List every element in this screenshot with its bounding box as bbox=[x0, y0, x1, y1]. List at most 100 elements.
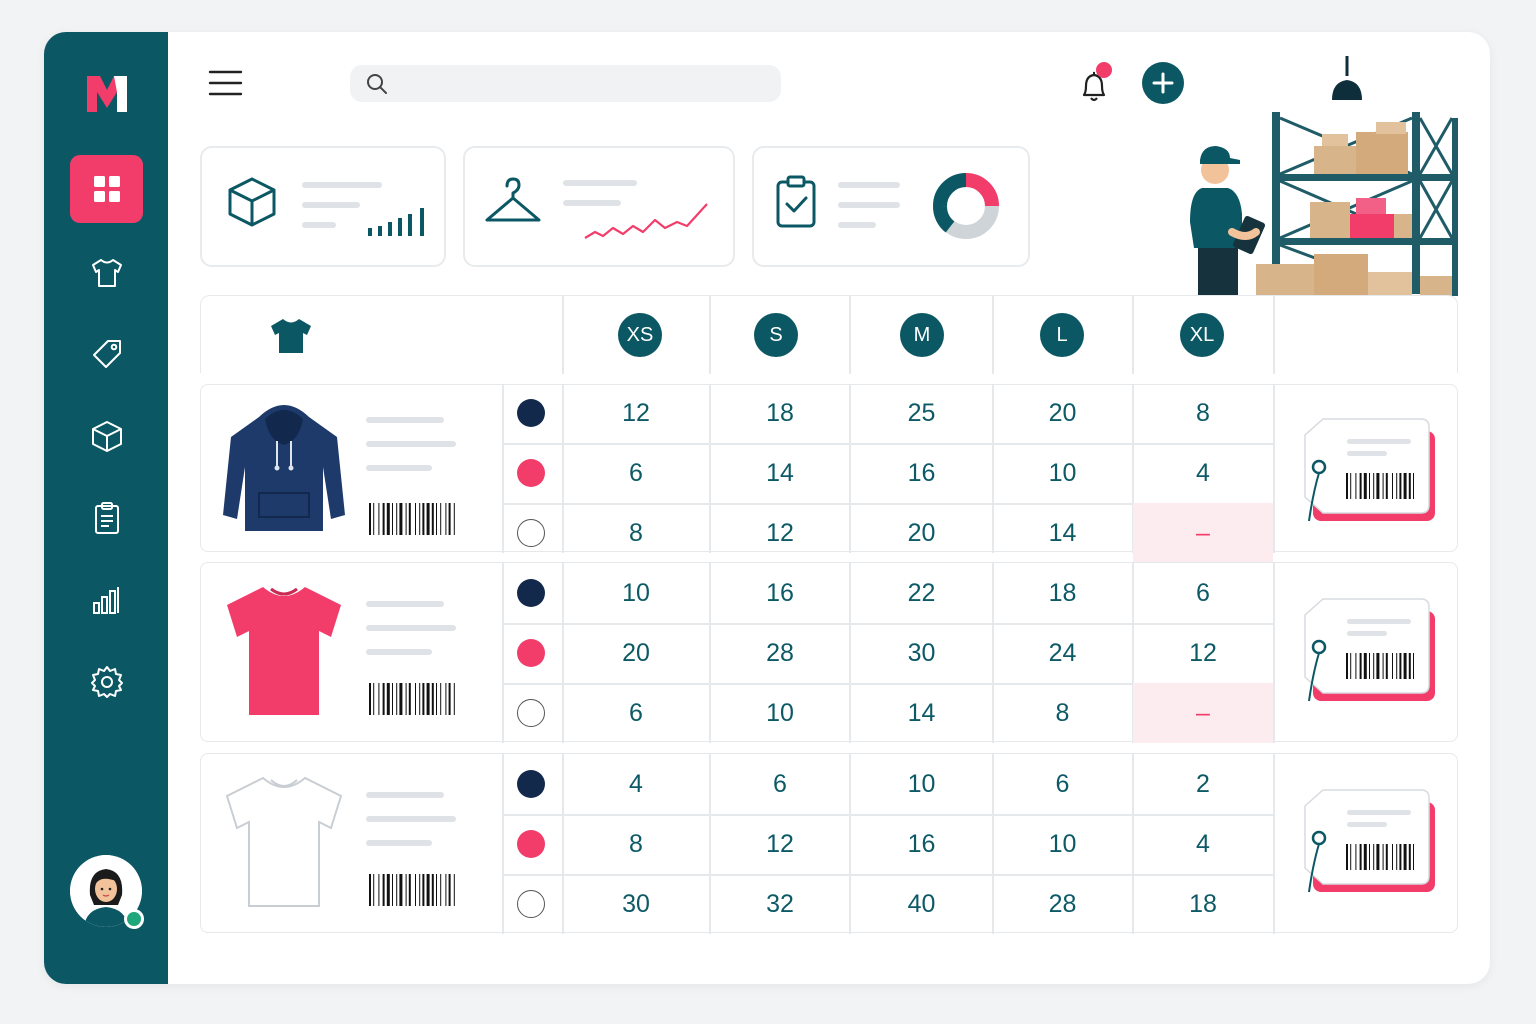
color-swatch-white[interactable] bbox=[517, 699, 545, 727]
stock-cell-m-navy[interactable]: 22 bbox=[851, 563, 992, 623]
placeholder-line bbox=[366, 840, 432, 846]
stock-cell-s-pink[interactable]: 12 bbox=[711, 814, 849, 874]
sidebar-item-orders[interactable] bbox=[70, 484, 143, 552]
price-tag-print-button[interactable] bbox=[1283, 788, 1443, 898]
tshirt-icon bbox=[91, 259, 122, 287]
placeholder-line bbox=[838, 202, 900, 208]
stock-cell-l-navy[interactable]: 6 bbox=[993, 754, 1132, 814]
size-grid-header bbox=[200, 295, 1458, 374]
sidebar-item-settings[interactable] bbox=[70, 648, 143, 716]
stock-cell-xs-white[interactable]: 30 bbox=[563, 874, 709, 934]
stock-cell-xl-white[interactable]: 18 bbox=[1133, 874, 1273, 934]
hamburger-menu-icon[interactable] bbox=[208, 66, 244, 100]
color-swatch-navy[interactable] bbox=[517, 770, 545, 798]
grid-divider bbox=[502, 754, 504, 934]
placeholder-line bbox=[838, 222, 876, 228]
stock-cell-s-white[interactable]: 10 bbox=[711, 683, 849, 743]
sidebar-item-reports[interactable] bbox=[70, 566, 143, 634]
stock-cell-xl-white[interactable]: – bbox=[1133, 503, 1273, 563]
stock-cell-m-navy[interactable]: 25 bbox=[851, 383, 992, 443]
stock-cell-xs-pink[interactable]: 8 bbox=[563, 814, 709, 874]
stock-cell-xl-navy[interactable]: 8 bbox=[1133, 383, 1273, 443]
user-avatar[interactable] bbox=[70, 855, 144, 929]
placeholder-line bbox=[563, 180, 637, 186]
bar-chart-icon bbox=[92, 587, 119, 614]
grid-divider bbox=[1273, 563, 1275, 743]
stock-cell-xs-navy[interactable]: 10 bbox=[563, 563, 709, 623]
app-window: XS S M L XL 12 18 25 20 8 6 14 16 10 4 8 12 20 14– 10 16 22 1… bbox=[44, 32, 1490, 984]
placeholder-line bbox=[366, 816, 456, 822]
stock-cell-m-pink[interactable]: 16 bbox=[851, 814, 992, 874]
color-swatch-pink[interactable] bbox=[517, 459, 545, 487]
clipboard-icon bbox=[94, 502, 119, 534]
stock-cell-m-pink[interactable]: 16 bbox=[851, 443, 992, 503]
stock-cell-xs-pink[interactable]: 6 bbox=[563, 443, 709, 503]
stock-cell-xs-white[interactable]: 6 bbox=[563, 683, 709, 743]
stock-cell-m-pink[interactable]: 30 bbox=[851, 623, 992, 683]
stat-card-inventory[interactable] bbox=[200, 146, 446, 267]
stock-cell-m-white[interactable]: 20 bbox=[851, 503, 992, 563]
sidebar-item-dashboard[interactable] bbox=[70, 155, 143, 223]
color-swatch-white[interactable] bbox=[517, 519, 545, 547]
price-tag-print-button[interactable] bbox=[1283, 417, 1443, 527]
search-icon bbox=[367, 74, 387, 94]
stock-cell-m-white[interactable]: 40 bbox=[851, 874, 992, 934]
stock-cell-xl-navy[interactable]: 6 bbox=[1133, 563, 1273, 623]
stat-card-apparel[interactable] bbox=[463, 146, 735, 267]
stock-cell-s-white[interactable]: 32 bbox=[711, 874, 849, 934]
color-swatch-navy[interactable] bbox=[517, 579, 545, 607]
tshirt-icon bbox=[271, 319, 311, 353]
color-swatch-navy[interactable] bbox=[517, 399, 545, 427]
stock-cell-s-navy[interactable]: 16 bbox=[711, 563, 849, 623]
product-row-hoodie: 12 18 25 20 8 6 14 16 10 4 8 12 20 14– bbox=[200, 383, 1458, 563]
search-input[interactable] bbox=[398, 65, 768, 102]
stock-cell-xl-pink[interactable]: 4 bbox=[1133, 443, 1273, 503]
sidebar-item-apparel[interactable] bbox=[70, 239, 143, 307]
sidebar-item-inventory[interactable] bbox=[70, 402, 143, 470]
color-swatch-pink[interactable] bbox=[517, 639, 545, 667]
stock-cell-s-pink[interactable]: 14 bbox=[711, 443, 849, 503]
hanger-icon bbox=[485, 177, 541, 222]
box-icon bbox=[91, 421, 122, 452]
placeholder-line bbox=[366, 792, 444, 798]
line-sparkline bbox=[584, 203, 708, 239]
stock-cell-l-pink[interactable]: 24 bbox=[993, 623, 1132, 683]
stock-cell-xs-navy[interactable]: 12 bbox=[563, 383, 709, 443]
stock-cell-s-pink[interactable]: 28 bbox=[711, 623, 849, 683]
color-swatch-pink[interactable] bbox=[517, 830, 545, 858]
sidebar-item-tags[interactable] bbox=[70, 320, 143, 388]
stock-cell-l-pink[interactable]: 10 bbox=[993, 814, 1132, 874]
stock-cell-m-navy[interactable]: 10 bbox=[851, 754, 992, 814]
stock-cell-xl-navy[interactable]: 2 bbox=[1133, 754, 1273, 814]
placeholder-line bbox=[366, 441, 456, 447]
stock-cell-s-navy[interactable]: 18 bbox=[711, 383, 849, 443]
color-swatch-white[interactable] bbox=[517, 890, 545, 918]
stock-cell-l-navy[interactable]: 20 bbox=[993, 383, 1132, 443]
search-bar bbox=[350, 65, 781, 102]
stock-cell-xs-navy[interactable]: 4 bbox=[563, 754, 709, 814]
stock-cell-xl-pink[interactable]: 4 bbox=[1133, 814, 1273, 874]
stock-cell-s-navy[interactable]: 6 bbox=[711, 754, 849, 814]
bar-sparkline bbox=[368, 208, 424, 236]
grid-divider bbox=[502, 563, 504, 743]
notification-badge bbox=[1096, 62, 1112, 78]
stock-cell-xl-pink[interactable]: 12 bbox=[1133, 623, 1273, 683]
stock-cell-l-white[interactable]: 8 bbox=[993, 683, 1132, 743]
stock-cell-l-white[interactable]: 28 bbox=[993, 874, 1132, 934]
stock-cell-xs-pink[interactable]: 20 bbox=[563, 623, 709, 683]
stock-cell-s-white[interactable]: 12 bbox=[711, 503, 849, 563]
stock-cell-m-white[interactable]: 14 bbox=[851, 683, 992, 743]
stock-cell-l-white[interactable]: 14 bbox=[993, 503, 1132, 563]
grid-divider bbox=[1273, 385, 1275, 553]
size-badge-xl: XL bbox=[1180, 313, 1224, 357]
stock-cell-xs-white[interactable]: 8 bbox=[563, 503, 709, 563]
placeholder-line bbox=[366, 465, 432, 471]
stock-cell-l-pink[interactable]: 10 bbox=[993, 443, 1132, 503]
stat-card-orders[interactable] bbox=[752, 146, 1030, 267]
stock-cell-xl-white[interactable]: – bbox=[1133, 683, 1273, 743]
size-badge-s: S bbox=[754, 313, 798, 357]
price-tag-print-button[interactable] bbox=[1283, 597, 1443, 707]
placeholder-line bbox=[302, 222, 336, 228]
placeholder-line bbox=[838, 182, 900, 188]
stock-cell-l-navy[interactable]: 18 bbox=[993, 563, 1132, 623]
